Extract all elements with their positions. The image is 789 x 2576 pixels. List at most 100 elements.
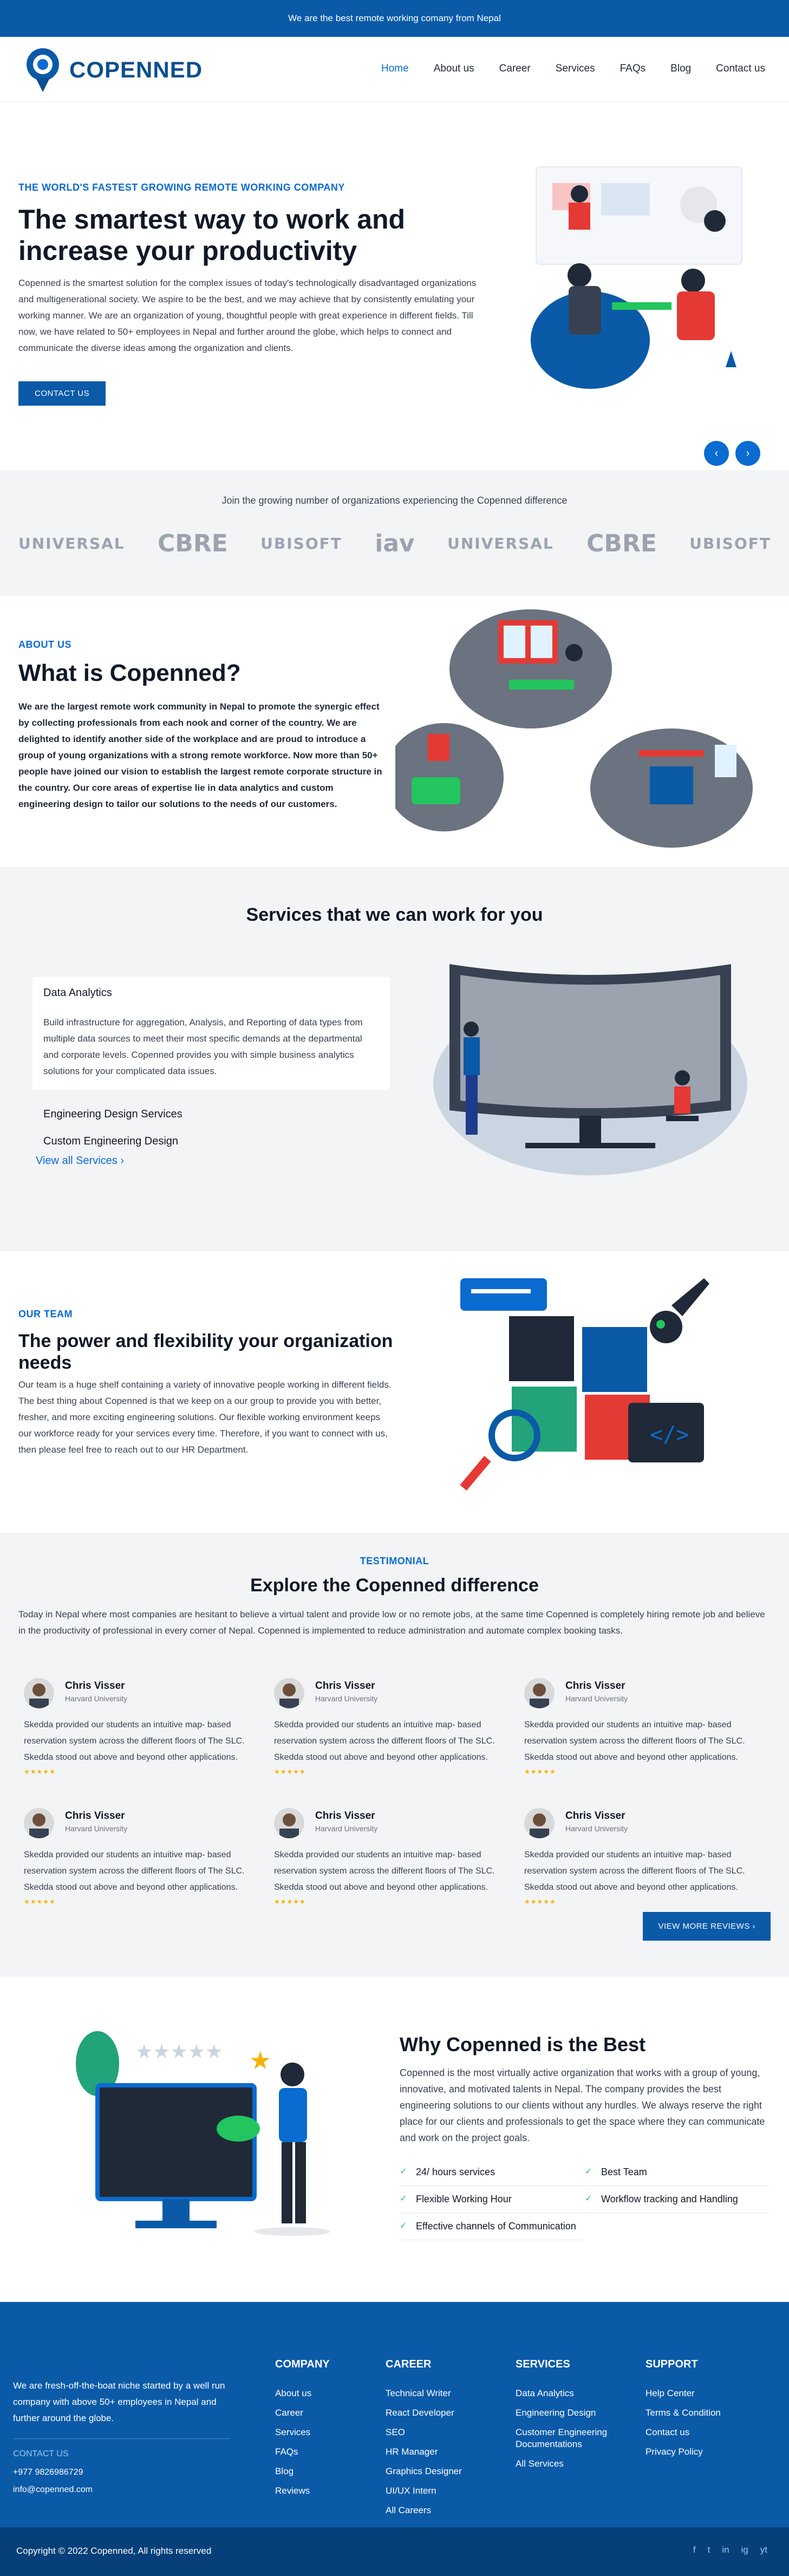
client-logo-row: UNIVERSAL CBRE UBISOFT iav UNIVERSAL CBR… <box>18 530 771 557</box>
chevron-left-icon: ‹ <box>714 447 719 459</box>
avatar <box>524 1678 555 1708</box>
footer-link[interactable]: Customer Engineering Documentations <box>516 2423 608 2454</box>
footer-link[interactable]: Contact us <box>645 2423 721 2442</box>
svg-text:★: ★ <box>249 2046 271 2074</box>
avatar <box>524 1808 555 1838</box>
footer-divider <box>13 2438 230 2439</box>
footer-link[interactable]: FAQs <box>275 2442 330 2462</box>
nav-item-faqs[interactable]: FAQs <box>620 63 646 75</box>
remote-work-illustration <box>384 604 769 853</box>
review-card: Chris Visser Harvard University Skedda p… <box>18 1808 268 1916</box>
main-navigation: COPENNED Home About us Career Services F… <box>0 37 789 102</box>
footer-link[interactable]: Technical Writer <box>386 2384 462 2403</box>
next-slide-button[interactable]: › <box>735 441 760 466</box>
client-logo-universal: UNIVERSAL <box>18 535 125 552</box>
review-card: Chris Visser Harvard University Skedda p… <box>519 1678 768 1786</box>
footer-link[interactable]: Privacy Policy <box>645 2442 721 2462</box>
footer-link[interactable]: About us <box>275 2384 330 2403</box>
about-description: We are the largest remote work community… <box>18 701 382 809</box>
review-card: Chris Visser Harvard University Skedda p… <box>269 1678 518 1786</box>
linkedin-icon[interactable]: in <box>722 2545 729 2555</box>
review-text: Skedda provided our students an intuitiv… <box>24 1720 245 1762</box>
why-description: Copenned is the most virtually active or… <box>400 2067 765 2143</box>
service-item-engineering-design[interactable]: Engineering Design Services <box>43 1108 182 1121</box>
footer-link[interactable]: React Developer <box>386 2403 462 2423</box>
review-card: Chris Visser Harvard University Skedda p… <box>269 1808 518 1916</box>
reviewer-name: Chris Visser <box>65 1810 125 1822</box>
rating-stars: ★★★★★ <box>524 1768 556 1775</box>
team-title: The power and flexibility your organizat… <box>18 1331 393 1373</box>
service-card-title: Data Analytics <box>43 987 112 999</box>
site-footer: We are fresh-off-the-boat niche started … <box>0 2302 789 2576</box>
client-logo-ubisoft: UBISOFT <box>260 535 342 552</box>
footer-link[interactable]: Help Center <box>645 2384 721 2403</box>
youtube-icon[interactable]: yt <box>760 2545 767 2555</box>
footer-link[interactable]: SEO <box>386 2423 462 2442</box>
reviewer-name: Chris Visser <box>65 1680 125 1692</box>
why-title: Why Copenned is the Best <box>400 2033 646 2055</box>
reviewer-school: Harvard University <box>65 1694 128 1703</box>
footer-link[interactable]: Services <box>275 2423 330 2442</box>
footer-link[interactable]: UI/UX Intern <box>386 2481 462 2501</box>
footer-link[interactable]: Terms & Condition <box>645 2403 721 2423</box>
contact-us-button[interactable]: CONTACT US <box>18 381 106 406</box>
reviewer-school: Harvard University <box>315 1694 378 1703</box>
about-eyebrow: ABOUT US <box>18 639 71 650</box>
footer-phone-link[interactable]: +977 9826986729 <box>13 2468 83 2477</box>
services-section: Services that we can work for you Data A… <box>0 867 789 1251</box>
footer-email-link[interactable]: info@copenned.com <box>13 2485 93 2495</box>
footer-link[interactable]: HR Manager <box>386 2442 462 2462</box>
footer-link[interactable]: Graphics Designer <box>386 2462 462 2481</box>
nav-item-blog[interactable]: Blog <box>670 63 691 75</box>
view-all-services-link[interactable]: View all Services › <box>36 1155 124 1167</box>
chevron-right-icon: › <box>746 447 750 459</box>
nav-item-contact[interactable]: Contact us <box>716 63 765 75</box>
check-icon: ✓ <box>585 2194 592 2203</box>
reviewer-school: Harvard University <box>565 1694 628 1703</box>
social-links: f t in ig yt <box>693 2545 767 2555</box>
footer-link[interactable]: All Careers <box>386 2501 462 2520</box>
service-item-custom-engineering[interactable]: Custom Engineering Design <box>43 1135 178 1148</box>
footer-link[interactable]: Blog <box>275 2462 330 2481</box>
hero-eyebrow: THE WORLD'S FASTEST GROWING REMOTE WORKI… <box>18 182 345 193</box>
team-description: Our team is a huge shelf containing a va… <box>18 1380 392 1455</box>
copyright-bar: Copyright © 2022 Copenned, All rights re… <box>0 2527 789 2576</box>
data-screen-illustration <box>428 953 753 1181</box>
footer-link[interactable]: Data Analytics <box>516 2384 608 2403</box>
footer-column-career: CAREER Technical Writer React Developer … <box>386 2358 462 2520</box>
footer-link[interactable]: All Services <box>516 2454 608 2474</box>
footer-link[interactable]: Engineering Design <box>516 2403 608 2423</box>
nav-item-home[interactable]: Home <box>381 63 409 75</box>
client-logo-universal: UNIVERSAL <box>447 535 554 552</box>
service-card-data-analytics[interactable]: Data Analytics Build infrastructure for … <box>32 977 390 1090</box>
feature-label: Best Team <box>601 2167 647 2177</box>
footer-column-services: SERVICES Data Analytics Engineering Desi… <box>516 2358 608 2474</box>
team-section: OUR TEAM The power and flexibility your … <box>0 1251 789 1533</box>
instagram-icon[interactable]: ig <box>741 2545 748 2555</box>
avatar <box>274 1808 304 1838</box>
view-more-reviews-button[interactable]: VIEW MORE REVIEWS › <box>643 1912 771 1941</box>
brand-logo[interactable]: COPENNED <box>24 47 203 93</box>
nav-item-career[interactable]: Career <box>499 63 531 75</box>
rating-board-illustration: ★★★★★ ★ <box>65 2026 368 2264</box>
footer-column-title: CAREER <box>386 2358 432 2370</box>
nav-item-services[interactable]: Services <box>556 63 595 75</box>
footer-link[interactable]: Reviews <box>275 2481 330 2501</box>
nav-menu: Home About us Career Services FAQs Blog … <box>381 63 765 75</box>
rating-stars: ★★★★★ <box>24 1768 56 1775</box>
carousel-controls: ‹ › <box>704 441 760 466</box>
brand-name: COPENNED <box>69 57 203 82</box>
footer-link[interactable]: Career <box>275 2403 330 2423</box>
review-text: Skedda provided our students an intuitiv… <box>274 1850 495 1892</box>
feature-item: ✓ Flexible Working Hour <box>400 2186 584 2213</box>
client-logo-cbre: CBRE <box>586 530 657 557</box>
footer-about: We are fresh-off-the-boat niche started … <box>13 2380 225 2423</box>
hero-illustration <box>520 161 758 400</box>
service-card-description: Build infrastructure for aggregation, An… <box>43 1017 363 1076</box>
testimonial-eyebrow: TESTIMONIAL <box>360 1556 429 1566</box>
facebook-icon[interactable]: f <box>693 2545 696 2555</box>
review-text: Skedda provided our students an intuitiv… <box>524 1850 745 1892</box>
prev-slide-button[interactable]: ‹ <box>704 441 729 466</box>
twitter-icon[interactable]: t <box>708 2545 710 2555</box>
nav-item-about[interactable]: About us <box>434 63 474 75</box>
